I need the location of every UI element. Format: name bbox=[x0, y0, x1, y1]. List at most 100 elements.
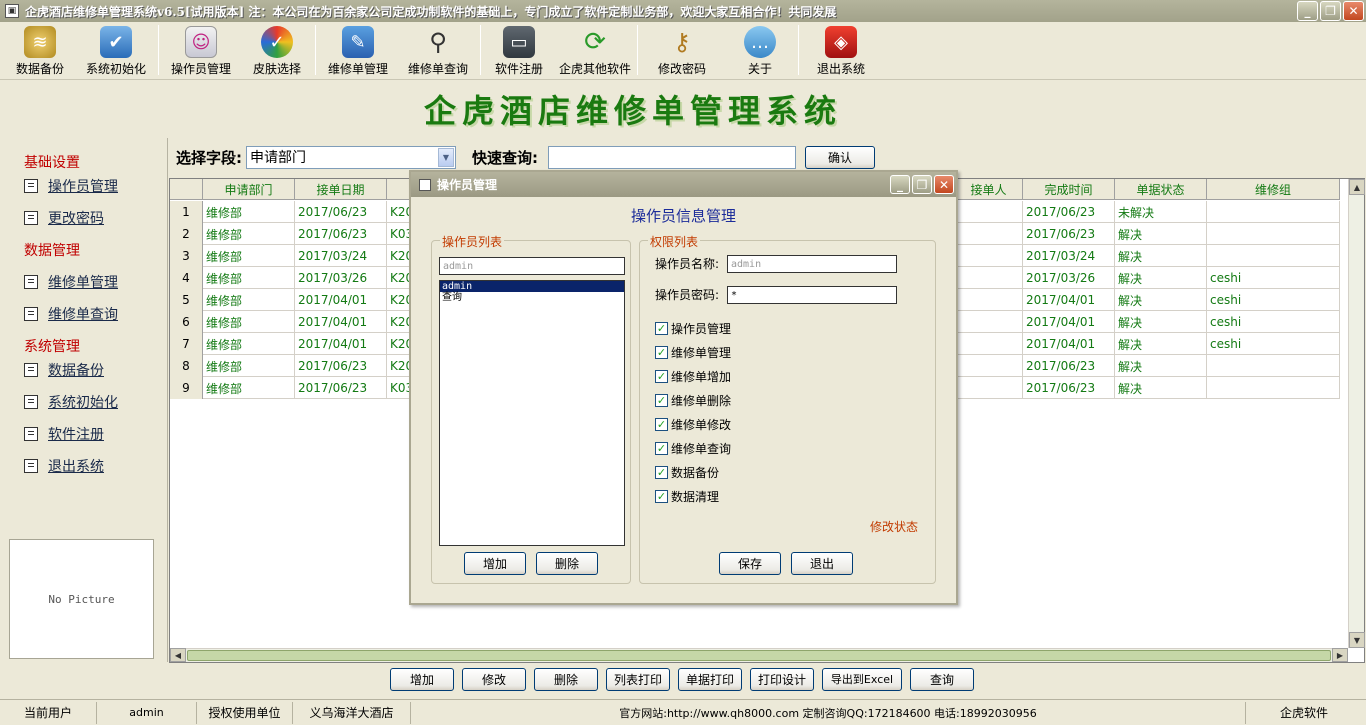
confirm-button[interactable]: 确认 bbox=[805, 145, 875, 169]
cell-status[interactable]: 解决 bbox=[1115, 311, 1207, 333]
cell-date[interactable]: 2017/06/23 bbox=[295, 377, 387, 399]
cell-finish-time[interactable]: 2017/04/01 bbox=[1023, 289, 1115, 311]
cell-date[interactable]: 2017/04/01 bbox=[295, 311, 387, 333]
toolbar-backup-button[interactable]: ≋ 数据备份 bbox=[4, 22, 76, 78]
perm-repair-edit[interactable]: ✓ 维修单修改 bbox=[655, 416, 731, 433]
cell-repair-group[interactable]: ceshi bbox=[1207, 267, 1340, 289]
toolbar-repair-query-button[interactable]: ⚲ 维修单查询 bbox=[398, 22, 478, 78]
cell-date[interactable]: 2017/06/23 bbox=[295, 223, 387, 245]
sidebar-item-repair-manage[interactable]: 维修单管理 bbox=[24, 272, 118, 292]
perm-repair-add[interactable]: ✓ 维修单增加 bbox=[655, 368, 731, 385]
scroll-down-icon[interactable]: ▼ bbox=[1349, 632, 1365, 648]
cell-date[interactable]: 2017/03/26 bbox=[295, 267, 387, 289]
row-number[interactable]: 8 bbox=[170, 355, 203, 377]
checkbox-checked-icon[interactable]: ✓ bbox=[655, 442, 668, 455]
scroll-up-icon[interactable]: ▲ bbox=[1349, 179, 1365, 195]
field-select[interactable]: 申请部门 ▼ bbox=[246, 145, 456, 169]
cell-receiver[interactable] bbox=[955, 289, 1023, 311]
checkbox-checked-icon[interactable]: ✓ bbox=[655, 346, 668, 359]
cell-repair-group[interactable]: ceshi bbox=[1207, 311, 1340, 333]
operator-filter-input[interactable]: admin bbox=[439, 257, 625, 275]
perm-data-backup[interactable]: ✓ 数据备份 bbox=[655, 464, 719, 481]
cell-dept[interactable]: 维修部 bbox=[203, 223, 295, 245]
row-number[interactable]: 2 bbox=[170, 223, 203, 245]
dialog-close-button[interactable]: ✕ bbox=[934, 175, 954, 194]
sidebar-item-init[interactable]: 系统初始化 bbox=[24, 392, 118, 412]
cell-finish-time[interactable]: 2017/06/23 bbox=[1023, 223, 1115, 245]
toolbar-init-button[interactable]: ✔ 系统初始化 bbox=[76, 22, 156, 78]
toolbar-other-software-button[interactable]: ⟳ 企虎其他软件 bbox=[555, 22, 635, 78]
checkbox-checked-icon[interactable]: ✓ bbox=[655, 322, 668, 335]
cell-status[interactable]: 未解决 bbox=[1115, 201, 1207, 223]
col-repair-group[interactable]: 维修组 bbox=[1207, 179, 1340, 200]
cell-dept[interactable]: 维修部 bbox=[203, 289, 295, 311]
cell-date[interactable]: 2017/04/01 bbox=[295, 289, 387, 311]
cell-receiver[interactable] bbox=[955, 223, 1023, 245]
scroll-left-icon[interactable]: ◀ bbox=[170, 648, 186, 662]
cell-dept[interactable]: 维修部 bbox=[203, 355, 295, 377]
row-number[interactable]: 6 bbox=[170, 311, 203, 333]
perm-repair-manage[interactable]: ✓ 维修单管理 bbox=[655, 344, 731, 361]
delete-button[interactable]: 删除 bbox=[534, 667, 598, 691]
cell-status[interactable]: 解决 bbox=[1115, 377, 1207, 399]
toolbar-change-password-button[interactable]: ⚷ 修改密码 bbox=[640, 22, 724, 78]
col-dept[interactable]: 申请部门 bbox=[203, 179, 295, 200]
operator-list-item[interactable]: 查询 bbox=[440, 292, 624, 303]
cell-repair-group[interactable] bbox=[1207, 355, 1340, 377]
dialog-maximize-button[interactable]: ❐ bbox=[912, 175, 932, 194]
toolbar-about-button[interactable]: … 关于 bbox=[724, 22, 796, 78]
export-excel-button[interactable]: 导出到Excel bbox=[822, 667, 902, 691]
chevron-down-icon[interactable]: ▼ bbox=[438, 147, 454, 167]
cell-receiver[interactable] bbox=[955, 333, 1023, 355]
cell-date[interactable]: 2017/04/01 bbox=[295, 333, 387, 355]
sidebar-item-change-password[interactable]: 更改密码 bbox=[24, 208, 104, 228]
cell-repair-group[interactable]: ceshi bbox=[1207, 289, 1340, 311]
toolbar-register-button[interactable]: ▭ 软件注册 bbox=[483, 22, 555, 78]
cell-finish-time[interactable]: 2017/06/23 bbox=[1023, 355, 1115, 377]
row-number[interactable]: 1 bbox=[170, 201, 203, 223]
col-finish-time[interactable]: 完成时间 bbox=[1023, 179, 1115, 200]
vertical-scrollbar[interactable]: ▲ ▼ bbox=[1348, 179, 1365, 648]
toolbar-repair-manage-button[interactable]: ✎ 维修单管理 bbox=[318, 22, 398, 78]
cell-repair-group[interactable] bbox=[1207, 377, 1340, 399]
col-date[interactable]: 接单日期 bbox=[295, 179, 387, 200]
cell-date[interactable]: 2017/03/24 bbox=[295, 245, 387, 267]
horizontal-scrollbar[interactable]: ◀ ▶ bbox=[170, 648, 1348, 662]
row-number[interactable]: 9 bbox=[170, 377, 203, 399]
cell-dept[interactable]: 维修部 bbox=[203, 201, 295, 223]
row-number[interactable]: 7 bbox=[170, 333, 203, 355]
row-number[interactable]: 5 bbox=[170, 289, 203, 311]
cell-dept[interactable]: 维修部 bbox=[203, 245, 295, 267]
checkbox-checked-icon[interactable]: ✓ bbox=[655, 370, 668, 383]
cell-dept[interactable]: 维修部 bbox=[203, 377, 295, 399]
cell-finish-time[interactable]: 2017/04/01 bbox=[1023, 333, 1115, 355]
cell-finish-time[interactable]: 2017/06/23 bbox=[1023, 377, 1115, 399]
operator-password-input[interactable]: * bbox=[727, 286, 897, 304]
col-status[interactable]: 单据状态 bbox=[1115, 179, 1207, 200]
col-receiver[interactable]: 接单人 bbox=[955, 179, 1023, 200]
cell-finish-time[interactable]: 2017/04/01 bbox=[1023, 311, 1115, 333]
cell-repair-group[interactable] bbox=[1207, 201, 1340, 223]
sidebar-item-register[interactable]: 软件注册 bbox=[24, 424, 104, 444]
cell-status[interactable]: 解决 bbox=[1115, 289, 1207, 311]
perm-repair-query[interactable]: ✓ 维修单查询 bbox=[655, 440, 731, 457]
cell-status[interactable]: 解决 bbox=[1115, 333, 1207, 355]
query-button[interactable]: 查询 bbox=[910, 667, 974, 691]
cell-finish-time[interactable]: 2017/03/24 bbox=[1023, 245, 1115, 267]
operator-listbox[interactable]: admin 查询 bbox=[439, 280, 625, 546]
operator-delete-button[interactable]: 删除 bbox=[536, 552, 598, 575]
maximize-button[interactable]: ❐ bbox=[1320, 1, 1341, 21]
perm-operator-manage[interactable]: ✓ 操作员管理 bbox=[655, 320, 731, 337]
cell-status[interactable]: 解决 bbox=[1115, 245, 1207, 267]
toolbar-operator-button[interactable]: ☺ 操作员管理 bbox=[161, 22, 241, 78]
edit-button[interactable]: 修改 bbox=[462, 667, 526, 691]
scroll-right-icon[interactable]: ▶ bbox=[1332, 648, 1348, 662]
cell-receiver[interactable] bbox=[955, 355, 1023, 377]
cell-status[interactable]: 解决 bbox=[1115, 267, 1207, 289]
cell-date[interactable]: 2017/06/23 bbox=[295, 201, 387, 223]
cell-receiver[interactable] bbox=[955, 245, 1023, 267]
toolbar-exit-button[interactable]: ◈ 退出系统 bbox=[801, 22, 881, 78]
cell-date[interactable]: 2017/06/23 bbox=[295, 355, 387, 377]
checkbox-checked-icon[interactable]: ✓ bbox=[655, 418, 668, 431]
cell-dept[interactable]: 维修部 bbox=[203, 311, 295, 333]
